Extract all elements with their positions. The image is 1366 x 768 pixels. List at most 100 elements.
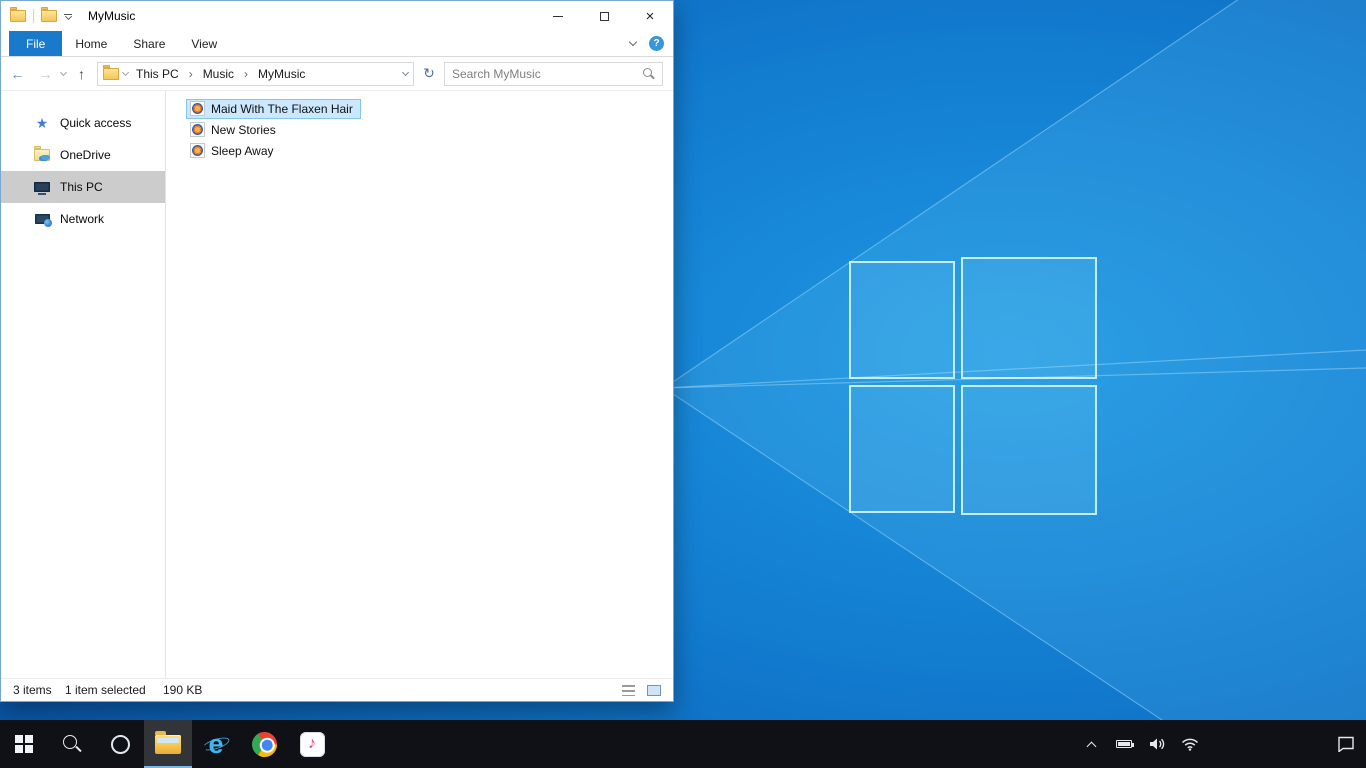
taskbar-chrome-button[interactable] <box>240 720 288 768</box>
taskbar: e ♪ <box>0 720 1366 768</box>
recent-locations-chevron-icon[interactable] <box>59 68 68 76</box>
window-controls: × <box>535 1 673 31</box>
sidebar-item-label: Quick access <box>60 116 132 130</box>
cortana-button[interactable] <box>96 720 144 768</box>
selection-status: 1 item selected <box>65 683 146 697</box>
explorer-body: ★ Quick access OneDrive This PC Network <box>1 91 673 678</box>
music-note-icon: ♪ <box>308 735 316 752</box>
battery-status-button[interactable] <box>1111 720 1137 768</box>
file-item-new-stories[interactable]: New Stories <box>186 120 284 140</box>
star-icon: ★ <box>35 115 49 131</box>
file-name: Sleep Away <box>211 143 274 158</box>
cortana-icon <box>110 734 130 754</box>
action-center-button[interactable] <box>1326 720 1366 768</box>
refresh-button[interactable]: ↻ <box>417 62 441 86</box>
computer-icon <box>34 182 50 195</box>
breadcrumb-separator: › <box>188 66 193 81</box>
file-item-sleep-away[interactable]: Sleep Away <box>186 141 282 161</box>
tab-file[interactable]: File <box>9 31 63 56</box>
details-view-button[interactable] <box>619 682 637 698</box>
onedrive-icon <box>34 146 50 161</box>
forward-button[interactable]: → <box>33 62 58 86</box>
up-button[interactable]: ↑ <box>69 62 94 86</box>
taskbar-search-button[interactable] <box>48 720 96 768</box>
ribbon-tabs: File Home Share View ? <box>1 31 673 57</box>
minimize-button[interactable] <box>535 1 581 31</box>
file-list: Maid With The Flaxen Hair New Stories Sl… <box>166 91 673 678</box>
window-title: MyMusic <box>88 9 136 23</box>
chevron-up-icon <box>1086 741 1096 751</box>
windows-logo <box>849 257 1097 515</box>
volume-button[interactable] <box>1144 720 1170 768</box>
breadcrumb-this-pc[interactable]: This PC <box>132 66 183 82</box>
battery-icon <box>1116 740 1134 748</box>
close-button[interactable]: × <box>627 1 673 31</box>
file-item-maid-with-the-flaxen-hair[interactable]: Maid With The Flaxen Hair <box>186 98 361 119</box>
chevron-down-icon <box>64 12 72 21</box>
close-icon: × <box>645 7 655 25</box>
search-icon <box>62 734 82 754</box>
breadcrumb-separator: › <box>244 66 249 81</box>
media-file-icon <box>190 122 205 137</box>
system-tray <box>1078 720 1366 768</box>
minimize-icon <box>553 15 563 17</box>
chrome-icon <box>246 726 282 762</box>
tab-share[interactable]: Share <box>120 31 178 56</box>
start-button[interactable] <box>0 720 48 768</box>
qat-folder-icon[interactable] <box>41 7 57 22</box>
file-name: Maid With The Flaxen Hair <box>211 101 353 116</box>
action-center-icon <box>1338 736 1354 752</box>
sidebar-item-onedrive[interactable]: OneDrive <box>1 139 165 171</box>
windows-start-icon <box>15 735 33 753</box>
tab-view[interactable]: View <box>178 31 230 56</box>
maximize-button[interactable] <box>581 1 627 31</box>
tab-home[interactable]: Home <box>62 31 120 56</box>
sidebar-item-label: Network <box>60 212 105 226</box>
item-count: 3 items <box>13 683 52 697</box>
qat-customize-button[interactable] <box>64 12 72 21</box>
status-bar: 3 items 1 item selected 190 KB <box>1 678 673 701</box>
ribbon-expand-chevron-icon[interactable] <box>628 37 638 47</box>
wifi-icon <box>1181 738 1199 751</box>
search-input[interactable] <box>452 66 642 81</box>
search-box <box>444 61 663 86</box>
maximize-icon <box>599 11 609 21</box>
speaker-icon <box>1149 738 1164 750</box>
sidebar-item-label: This PC <box>60 180 103 194</box>
media-file-icon <box>190 143 205 158</box>
media-file-icon <box>190 101 205 116</box>
sidebar-item-this-pc[interactable]: This PC <box>1 171 165 203</box>
quick-access-toolbar <box>10 7 72 23</box>
breadcrumb-mymusic[interactable]: MyMusic <box>254 66 309 82</box>
search-icon[interactable] <box>642 67 655 80</box>
desktop: MyMusic × File Home Share View ? ← → ↑ T… <box>0 0 1366 768</box>
taskbar-itunes-button[interactable]: ♪ <box>288 720 336 768</box>
large-icons-view-icon <box>647 684 661 696</box>
navigation-pane: ★ Quick access OneDrive This PC Network <box>1 91 166 678</box>
large-icons-view-button[interactable] <box>645 682 663 698</box>
taskbar-file-explorer-button[interactable] <box>144 720 192 768</box>
help-button[interactable]: ? <box>649 36 664 51</box>
sidebar-item-network[interactable]: Network <box>1 203 165 235</box>
toolbar-separator <box>33 9 34 23</box>
system-menu-folder-icon[interactable] <box>10 7 26 22</box>
location-folder-icon <box>103 64 119 80</box>
show-hidden-icons-button[interactable] <box>1078 720 1104 768</box>
address-chevron-icon <box>121 68 130 76</box>
address-box[interactable]: This PC › Music › MyMusic <box>97 61 414 86</box>
address-bar: ← → ↑ This PC › Music › MyMusic ↻ <box>1 57 673 91</box>
network-icon <box>34 214 52 227</box>
explorer-window: MyMusic × File Home Share View ? ← → ↑ T… <box>0 0 674 702</box>
sidebar-item-label: OneDrive <box>60 148 111 162</box>
file-name: New Stories <box>211 122 276 137</box>
network-button[interactable] <box>1177 720 1203 768</box>
address-dropdown-chevron-icon[interactable] <box>401 68 410 76</box>
back-button[interactable]: ← <box>5 62 30 86</box>
titlebar[interactable]: MyMusic × <box>1 1 673 31</box>
details-view-icon <box>621 684 635 696</box>
sidebar-item-quick-access[interactable]: ★ Quick access <box>1 107 165 139</box>
itunes-icon: ♪ <box>299 731 325 757</box>
taskbar-internet-explorer-button[interactable]: e <box>192 720 240 768</box>
file-explorer-icon <box>155 730 181 754</box>
breadcrumb-music[interactable]: Music <box>199 66 238 82</box>
